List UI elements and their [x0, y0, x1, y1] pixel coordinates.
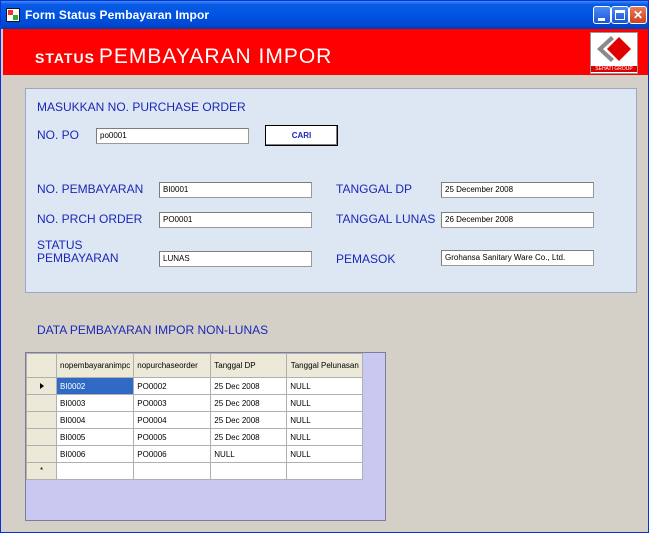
table-row[interactable]: BI0005 PO0005 25 Dec 2008 NULL — [26, 428, 364, 446]
grid-cell[interactable]: NULL — [210, 445, 288, 463]
grid-cell[interactable]: BI0005 — [55, 428, 135, 446]
page-title-small: STATUS — [35, 50, 95, 66]
row-selector[interactable] — [26, 445, 57, 463]
column-header[interactable]: nopembayaranimpc — [55, 353, 135, 378]
grid-title: DATA PEMBAYARAN IMPOR NON-LUNAS — [37, 323, 269, 337]
grid-cell[interactable]: PO0003 — [133, 394, 212, 412]
title-bar[interactable]: Form Status Pembayaran Impor ✕ — [1, 1, 648, 29]
logo-caption: SEHATI GROUP — [591, 66, 637, 72]
page-title-big: PEMBAYARAN IMPOR — [98, 45, 333, 68]
close-icon: ✕ — [632, 8, 644, 22]
pemasok-label: PEMASOK — [336, 252, 396, 266]
data-grid-table: nopembayaranimpc nopurchaseorder Tanggal… — [26, 353, 364, 480]
app-window: Form Status Pembayaran Impor ✕ STATUS PEM… — [0, 0, 649, 533]
grid-cell[interactable] — [210, 462, 288, 480]
grid-cell[interactable]: NULL — [286, 394, 364, 412]
minimize-icon — [598, 18, 605, 21]
po-label: NO. PO — [37, 128, 80, 142]
grid-cell[interactable]: PO0002 — [133, 377, 212, 395]
close-button[interactable]: ✕ — [629, 6, 647, 24]
data-grid[interactable]: nopembayaranimpc nopurchaseorder Tanggal… — [25, 352, 386, 521]
table-row[interactable]: BI0006 PO0006 NULL NULL — [26, 445, 364, 463]
status-label-line1: STATUS — [37, 238, 83, 252]
minimize-button[interactable] — [593, 6, 611, 24]
current-row-arrow-icon — [39, 382, 44, 389]
row-selector[interactable] — [26, 394, 57, 412]
grid-cell[interactable]: 25 Dec 2008 — [210, 428, 288, 446]
grid-cell[interactable]: NULL — [286, 411, 364, 429]
app-icon — [6, 8, 20, 22]
maximize-icon — [615, 10, 625, 20]
no-prch-order-label: NO. PRCH ORDER — [37, 212, 143, 226]
table-row[interactable]: BI0002 PO0002 25 Dec 2008 NULL — [26, 377, 364, 395]
grid-cell[interactable]: PO0004 — [133, 411, 212, 429]
grid-cell[interactable] — [286, 462, 364, 480]
grid-cell[interactable]: NULL — [286, 428, 364, 446]
no-prch-order-field[interactable]: PO0001 — [159, 212, 312, 228]
grid-cell[interactable]: BI0006 — [55, 445, 135, 463]
status-label-line2: PEMBAYARAN — [37, 251, 119, 265]
grid-cell[interactable]: BI0004 — [55, 411, 135, 429]
table-row[interactable]: BI0004 PO0004 25 Dec 2008 NULL — [26, 411, 364, 429]
grid-cell[interactable]: PO0006 — [133, 445, 212, 463]
column-header[interactable]: Tanggal DP — [210, 353, 288, 378]
company-logo: SEHATI GROUP — [590, 32, 638, 74]
pemasok-field[interactable]: Grohansa Sanitary Ware Co., Ltd. — [441, 250, 594, 266]
column-header[interactable]: nopurchaseorder — [133, 353, 212, 378]
grid-cell[interactable]: 25 Dec 2008 — [210, 411, 288, 429]
column-header[interactable]: Tanggal Pelunasan — [286, 353, 364, 378]
cari-button[interactable]: CARI — [265, 125, 338, 146]
row-selector[interactable] — [26, 377, 57, 395]
search-heading: MASUKKAN NO. PURCHASE ORDER — [37, 100, 246, 114]
grid-cell[interactable]: BI0003 — [55, 394, 135, 412]
tanggal-lunas-label: TANGGAL LUNAS — [336, 212, 436, 226]
po-input[interactable]: po0001 — [96, 128, 249, 144]
no-pembayaran-field[interactable]: BI0001 — [159, 182, 312, 198]
tanggal-dp-field[interactable]: 25 December 2008 — [441, 182, 594, 198]
new-row-marker-icon: * — [26, 462, 57, 480]
window-title: Form Status Pembayaran Impor — [25, 8, 210, 22]
grid-cell[interactable]: BI0002 — [55, 377, 135, 395]
grid-cell[interactable]: PO0005 — [133, 428, 212, 446]
logo-mark-icon — [597, 36, 631, 62]
grid-cell[interactable] — [133, 462, 212, 480]
grid-cell[interactable]: 25 Dec 2008 — [210, 394, 288, 412]
no-pembayaran-label: NO. PEMBAYARAN — [37, 182, 144, 196]
row-selector[interactable] — [26, 428, 57, 446]
grid-cell[interactable]: 25 Dec 2008 — [210, 377, 288, 395]
page-title: STATUS PEMBAYARAN IMPOR — [35, 45, 332, 69]
grid-cell[interactable]: NULL — [286, 377, 364, 395]
status-field[interactable]: LUNAS — [159, 251, 312, 267]
tanggal-dp-label: TANGGAL DP — [336, 182, 413, 196]
maximize-button[interactable] — [611, 6, 629, 24]
grid-cell[interactable] — [55, 462, 135, 480]
row-header-corner — [26, 353, 57, 378]
grid-cell[interactable]: NULL — [286, 445, 364, 463]
table-row[interactable]: BI0003 PO0003 25 Dec 2008 NULL — [26, 394, 364, 412]
grid-header-row: nopembayaranimpc nopurchaseorder Tanggal… — [26, 353, 364, 378]
row-selector[interactable] — [26, 411, 57, 429]
new-row[interactable]: * — [26, 462, 364, 480]
tanggal-lunas-field[interactable]: 26 December 2008 — [441, 212, 594, 228]
